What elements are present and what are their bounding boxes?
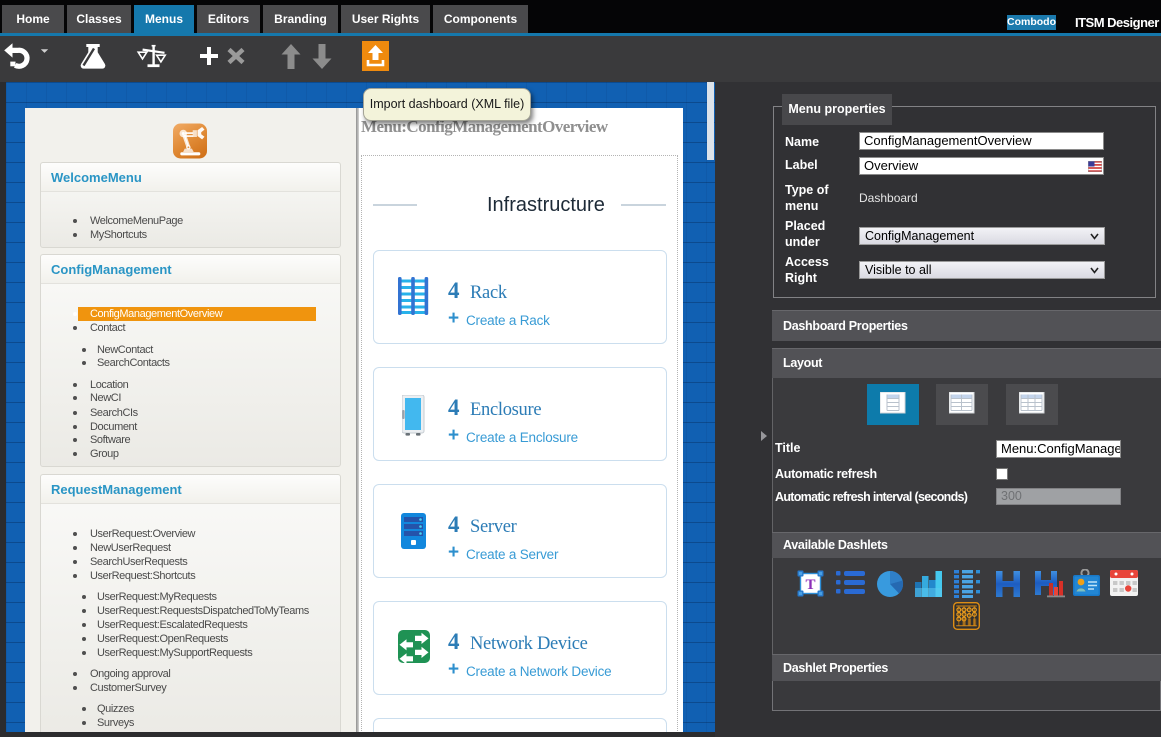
svg-text:T: T <box>805 577 815 593</box>
